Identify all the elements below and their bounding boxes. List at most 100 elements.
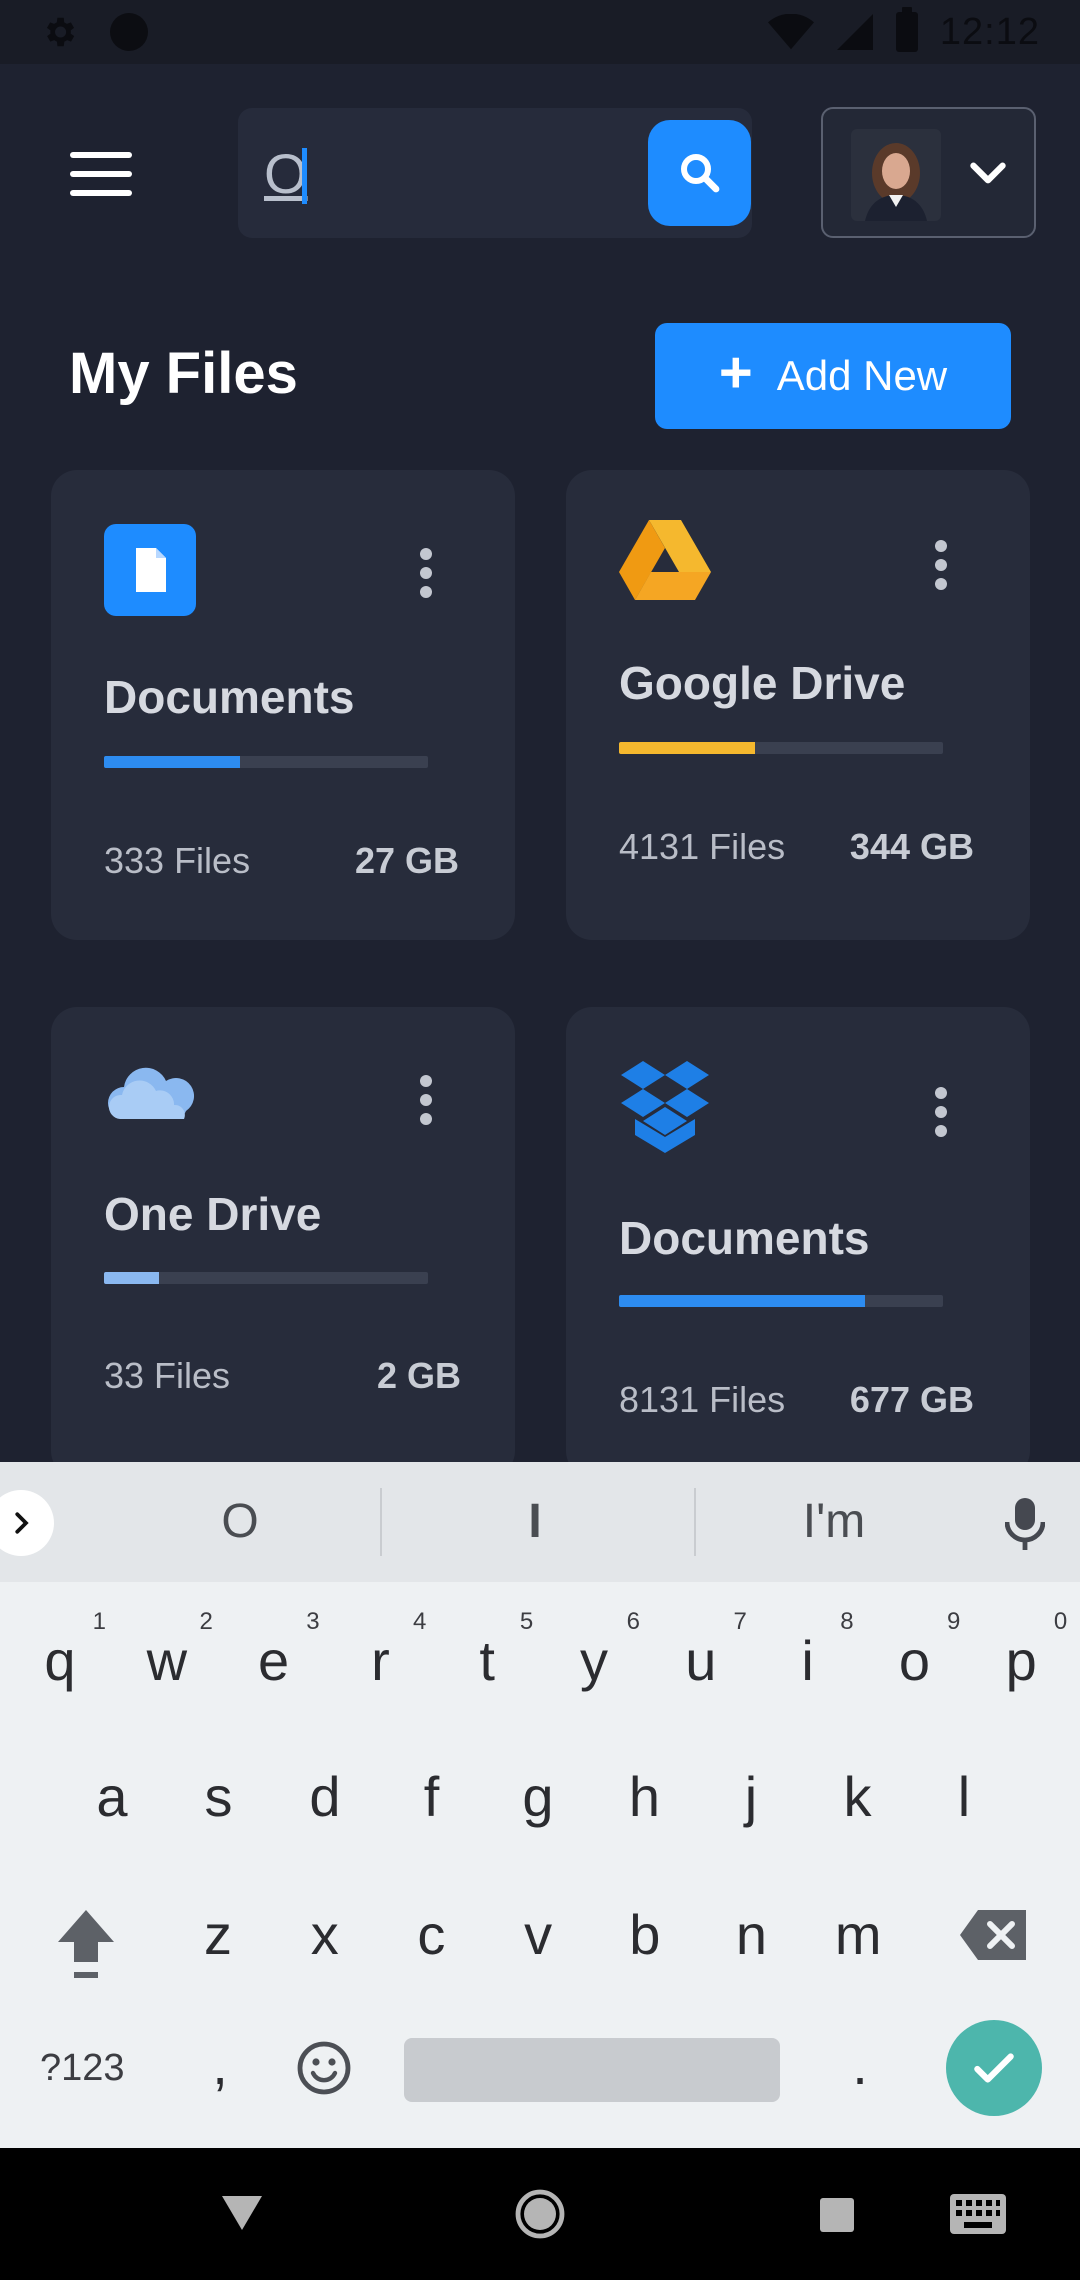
usage-fill [104,1272,160,1284]
key-w[interactable]: w2 [127,1608,213,1693]
add-new-label: Add New [776,352,948,399]
storage-card-documents[interactable]: Documents 333 Files 27 GB [51,470,515,940]
shift-icon[interactable] [54,1906,118,1982]
key-k[interactable]: k [818,1764,898,1829]
key-c[interactable]: c [391,1902,471,1967]
key-hint: 3 [306,1608,320,1635]
card-title: One Drive [104,1188,322,1240]
key-o[interactable]: o9 [874,1608,961,1693]
key-letter: p [1005,1629,1037,1692]
backspace-icon[interactable] [958,1908,1028,1962]
usage-bar [619,1295,943,1307]
storage-size: 2 GB [376,1355,461,1396]
card-title: Google Drive [619,657,906,709]
document-icon [104,524,196,616]
key-u[interactable]: u7 [661,1608,747,1693]
add-new-button[interactable]: + Add New [655,323,1011,429]
profile-dropdown[interactable] [821,107,1036,238]
key-q[interactable]: q1 [20,1608,106,1693]
more-options-icon[interactable] [926,540,956,600]
key-z[interactable]: z [178,1902,258,1967]
status-bar: 12:12 [0,0,1080,64]
key-h[interactable]: h [605,1764,685,1829]
home-circle-icon[interactable] [514,2188,566,2240]
key-p[interactable]: p0 [981,1608,1068,1693]
usage-fill [619,1295,866,1307]
avatar [851,129,941,221]
more-options-icon[interactable] [926,1087,956,1147]
recents-square-icon[interactable] [820,2198,854,2232]
key-r[interactable]: r4 [340,1608,426,1693]
keyboard-switch-icon[interactable] [950,2194,1006,2234]
page-title: My Files [69,341,298,406]
emoji-icon[interactable] [296,2040,352,2096]
usage-fill [619,742,756,754]
more-options-icon[interactable] [411,1075,441,1135]
key-e[interactable]: e3 [234,1608,320,1693]
key-letter: w [146,1629,188,1692]
key-g[interactable]: g [498,1764,578,1829]
key-b[interactable]: b [605,1902,685,1967]
text-caret [302,148,307,204]
suggestion-2[interactable]: I [400,1462,670,1582]
chevron-right-icon[interactable] [0,1490,54,1556]
key-letter: e [258,1629,290,1692]
search-button[interactable] [648,120,751,226]
key-d[interactable]: d [285,1764,365,1829]
key-n[interactable]: n [712,1902,792,1967]
key-a[interactable]: a [72,1764,152,1829]
key-hint: 1 [92,1608,106,1635]
key-letter: i [801,1629,814,1692]
suggestion-1[interactable]: O [120,1462,360,1582]
key-s[interactable]: s [179,1764,259,1829]
storage-card-google-drive[interactable]: Google Drive 4131 Files 344 GB [566,470,1030,940]
google-drive-icon [619,520,711,612]
key-letter: q [44,1629,76,1692]
key-hint: 9 [947,1608,961,1635]
file-count: 4131 Files [619,826,786,867]
symbols-key[interactable]: ?123 [40,2047,125,2090]
file-count: 33 Files [104,1355,231,1396]
comma-key[interactable]: , [180,2032,260,2097]
key-m[interactable]: m [818,1902,898,1967]
enter-key[interactable] [946,2020,1042,2116]
storage-size: 27 GB [354,840,459,881]
key-t[interactable]: t5 [447,1608,533,1693]
settings-gear-icon [46,17,75,47]
notification-dot-icon [110,13,148,51]
more-options-icon[interactable] [411,548,441,608]
suggestion-divider [380,1488,382,1556]
usage-fill [104,756,241,768]
key-v[interactable]: v [498,1902,578,1967]
key-l[interactable]: l [924,1764,1004,1829]
key-y[interactable]: y6 [554,1608,640,1693]
search-input[interactable] [264,136,624,210]
chevron-down-icon [970,162,1006,184]
storage-size: 677 GB [849,1379,974,1420]
clock: 12:12 [939,10,1040,53]
key-hint: 8 [840,1608,854,1635]
back-triangle-icon[interactable] [222,2196,262,2230]
period-key[interactable]: . [820,2032,900,2097]
suggestion-strip: O I I'm [0,1462,1080,1582]
search-icon [680,154,719,193]
key-f[interactable]: f [392,1764,472,1829]
storage-card-one-drive[interactable]: One Drive 33 Files 2 GB [51,1007,515,1477]
file-count: 333 Files [104,840,251,881]
card-title: Documents [104,671,355,723]
storage-card-dropbox[interactable]: Documents 8131 Files 677 GB [566,1007,1030,1477]
file-count: 8131 Files [619,1379,786,1420]
microphone-icon[interactable] [1005,1498,1045,1550]
hamburger-menu-icon[interactable] [70,152,132,196]
key-x[interactable]: x [285,1902,365,1967]
suggestion-3[interactable]: I'm [714,1462,954,1582]
storage-size: 344 GB [849,826,974,867]
key-j[interactable]: j [711,1764,791,1829]
space-key[interactable] [404,2038,780,2102]
key-letter: o [898,1629,930,1692]
checkmark-icon [974,2053,1014,2083]
key-i[interactable]: i8 [768,1608,853,1693]
onedrive-cloud-icon [104,1057,196,1149]
usage-bar [104,756,428,768]
key-letter: u [685,1629,717,1692]
